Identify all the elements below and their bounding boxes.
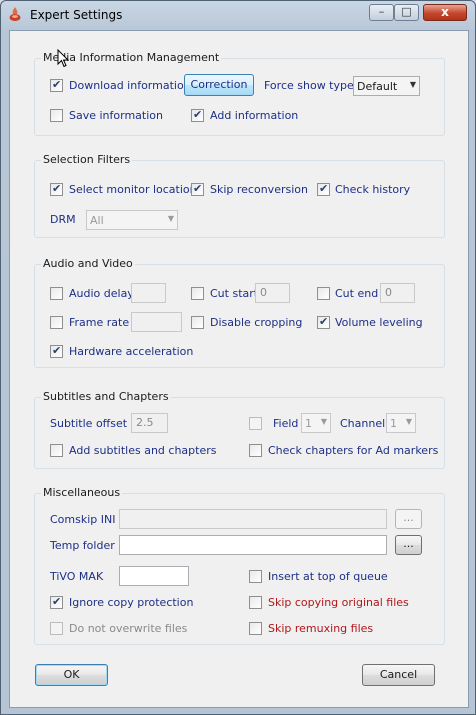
check-chapters-label: Check chapters for Ad markers xyxy=(268,444,439,457)
insert-top-label: Insert at top of queue xyxy=(268,570,388,583)
audio-delay-checkbox[interactable] xyxy=(50,287,63,300)
cut-end-label: Cut end xyxy=(335,287,379,300)
cut-end-checkbox[interactable] xyxy=(317,287,330,300)
field-checkbox[interactable] xyxy=(249,417,262,430)
no-overwrite-checkbox[interactable] xyxy=(50,622,63,635)
force-show-type-value: Default xyxy=(357,80,398,93)
frame-rate-checkbox[interactable] xyxy=(50,316,63,329)
check-chapters-checkbox[interactable] xyxy=(249,444,262,457)
ignore-copy-checkbox[interactable] xyxy=(50,595,63,609)
select-monitor-label: Select monitor locations xyxy=(69,183,203,196)
add-info-checkbox[interactable] xyxy=(191,108,204,122)
ok-button[interactable]: OK xyxy=(35,664,108,686)
skip-copying-label: Skip copying original files xyxy=(268,596,409,609)
volume-leveling-label: Volume leveling xyxy=(335,316,423,329)
frame-rate-input[interactable] xyxy=(131,312,182,332)
drm-value: All xyxy=(90,214,104,227)
skip-reconversion-checkbox[interactable] xyxy=(191,182,204,196)
miscellaneous-group: Miscellaneous Comskip INI ... Temp folde… xyxy=(34,486,445,645)
save-info-label: Save information xyxy=(69,109,163,122)
chevron-down-icon: ▼ xyxy=(167,214,174,223)
cut-start-label: Cut start xyxy=(210,287,259,300)
audio-video-group: Audio and Video Audio delay Cut start 0 … xyxy=(34,257,445,368)
download-info-checkbox[interactable] xyxy=(50,78,63,92)
drm-select[interactable]: All ▼ xyxy=(86,210,178,230)
add-subs-label: Add subtitles and chapters xyxy=(69,444,217,457)
temp-folder-label: Temp folder xyxy=(50,539,115,552)
app-icon xyxy=(9,7,21,21)
ignore-copy-label: Ignore copy protection xyxy=(69,596,194,609)
force-show-type-select[interactable]: Default ▼ xyxy=(353,76,420,96)
audio-delay-label: Audio delay xyxy=(69,287,134,300)
miscellaneous-title: Miscellaneous xyxy=(41,486,123,499)
subtitles-chapters-title: Subtitles and Chapters xyxy=(41,390,171,403)
subtitles-chapters-group: Subtitles and Chapters Subtitle offset 2… xyxy=(34,390,445,469)
selection-filters-group: Selection Filters Select monitor locatio… xyxy=(34,153,445,238)
maximize-icon: □ xyxy=(401,5,412,18)
chevron-down-icon: ▼ xyxy=(409,80,416,89)
add-subs-checkbox[interactable] xyxy=(50,444,63,457)
subtitle-offset-label: Subtitle offset xyxy=(50,417,128,430)
temp-folder-input[interactable] xyxy=(119,535,387,555)
channel-select[interactable]: 1 ▼ xyxy=(386,413,416,433)
add-info-label: Add information xyxy=(210,109,299,122)
audio-video-title: Audio and Video xyxy=(41,257,135,270)
mouse-pointer-icon xyxy=(57,49,70,68)
skip-remux-label: Skip remuxing files xyxy=(268,622,374,635)
hw-accel-checkbox[interactable] xyxy=(50,344,63,358)
no-overwrite-label: Do not overwrite files xyxy=(69,622,188,635)
channel-value: 1 xyxy=(390,417,397,430)
hw-accel-label: Hardware acceleration xyxy=(69,345,194,358)
temp-folder-browse-button[interactable]: ... xyxy=(395,535,422,555)
cut-end-input[interactable]: 0 xyxy=(380,283,415,303)
check-history-checkbox[interactable] xyxy=(317,182,330,196)
minimize-button[interactable]: – xyxy=(369,4,394,21)
media-info-group: Media Information Management Download in… xyxy=(34,51,445,136)
disable-cropping-label: Disable cropping xyxy=(210,316,303,329)
select-monitor-checkbox[interactable] xyxy=(50,182,63,196)
maximize-button[interactable]: □ xyxy=(394,4,419,21)
correction-button[interactable]: Correction xyxy=(184,74,254,96)
skip-remux-checkbox[interactable] xyxy=(249,622,262,635)
check-history-label: Check history xyxy=(335,183,411,196)
cut-start-input[interactable]: 0 xyxy=(255,283,290,303)
force-show-type-label: Force show type xyxy=(264,79,354,92)
audio-delay-input[interactable] xyxy=(131,283,166,303)
subtitle-offset-input[interactable]: 2.5 xyxy=(131,413,168,433)
comskip-browse-button[interactable]: ... xyxy=(395,509,422,529)
close-button[interactable]: x xyxy=(423,4,467,21)
disable-cropping-checkbox[interactable] xyxy=(191,316,204,329)
expert-settings-window: Expert Settings – □ x Media Information … xyxy=(0,0,476,715)
chevron-down-icon: ▼ xyxy=(405,417,412,426)
selection-filters-title: Selection Filters xyxy=(41,153,133,166)
dialog-client-area: Media Information Management Download in… xyxy=(9,30,469,708)
cancel-button[interactable]: Cancel xyxy=(362,664,435,686)
tivo-mak-label: TiVO MAK xyxy=(50,570,104,583)
frame-rate-label: Frame rate xyxy=(69,316,130,329)
comskip-ini-label: Comskip INI xyxy=(50,513,116,526)
field-value: 1 xyxy=(305,417,312,430)
comskip-ini-input[interactable] xyxy=(119,509,387,529)
drm-label: DRM xyxy=(50,213,76,226)
skip-reconversion-label: Skip reconversion xyxy=(210,183,308,196)
field-select[interactable]: 1 ▼ xyxy=(301,413,331,433)
window-title: Expert Settings xyxy=(30,8,123,22)
chevron-down-icon: ▼ xyxy=(320,417,327,426)
channel-label: Channel xyxy=(340,417,386,430)
tivo-mak-input[interactable] xyxy=(119,566,189,586)
field-label: Field xyxy=(273,417,299,430)
title-bar[interactable]: Expert Settings – □ x xyxy=(1,1,475,29)
save-info-checkbox[interactable] xyxy=(50,109,63,122)
cut-start-checkbox[interactable] xyxy=(191,287,204,300)
close-icon: x xyxy=(441,5,449,19)
skip-copying-checkbox[interactable] xyxy=(249,596,262,609)
volume-leveling-checkbox[interactable] xyxy=(317,315,330,329)
insert-top-checkbox[interactable] xyxy=(249,570,262,583)
download-info-label: Download information xyxy=(69,79,191,92)
minimize-icon: – xyxy=(378,5,385,18)
